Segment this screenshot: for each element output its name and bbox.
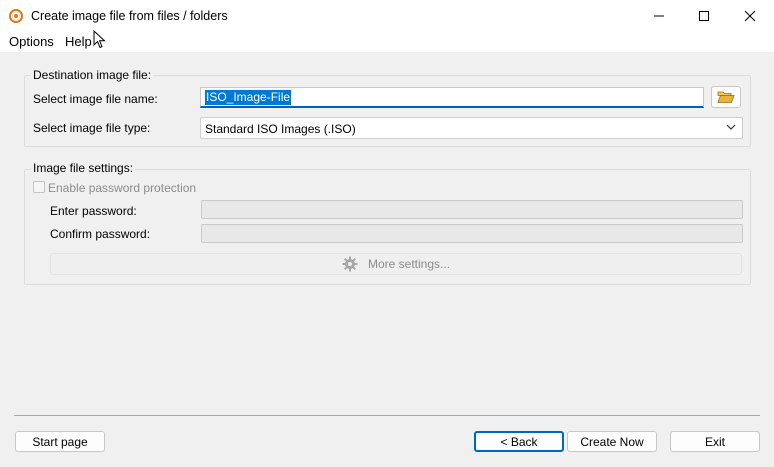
settings-group-title: Image file settings:: [31, 161, 136, 175]
footer-separator: [14, 415, 760, 416]
enter-password-field[interactable]: [201, 200, 743, 219]
maximize-icon: [699, 11, 709, 21]
more-settings-label: More settings...: [367, 257, 451, 271]
confirm-password-label: Confirm password:: [50, 227, 151, 241]
confirm-password-field[interactable]: [201, 224, 743, 243]
minimize-button[interactable]: [636, 0, 682, 32]
browse-button[interactable]: [711, 86, 741, 108]
image-name-value: ISO_Image-File: [205, 90, 292, 105]
start-page-button[interactable]: Start page: [15, 431, 105, 452]
image-type-label: Select image file type:: [33, 121, 151, 135]
exit-button[interactable]: Exit: [670, 431, 760, 452]
menu-options[interactable]: Options: [9, 34, 54, 49]
image-type-select[interactable]: Standard ISO Images (.ISO): [200, 117, 743, 139]
mouse-cursor-icon: [93, 30, 106, 49]
chevron-down-icon: [726, 124, 736, 130]
more-settings-button[interactable]: More settings...: [50, 253, 742, 275]
close-button[interactable]: [727, 0, 773, 32]
password-protection-label: Enable password protection: [48, 181, 197, 195]
window-title: Create image file from files / folders: [31, 9, 228, 23]
minimize-icon: [654, 15, 664, 17]
image-name-input[interactable]: ISO_Image-File: [200, 87, 704, 108]
menu-bar: Options Help: [0, 32, 774, 52]
maximize-button[interactable]: [681, 0, 727, 32]
folder-open-icon: [717, 91, 735, 103]
destination-group-title: Destination image file:: [31, 68, 154, 82]
title-bar: Create image file from files / folders: [0, 0, 774, 32]
menu-help[interactable]: Help: [65, 34, 92, 49]
image-name-label: Select image file name:: [33, 92, 158, 106]
enter-password-label: Enter password:: [50, 204, 137, 218]
gear-icon: [342, 256, 358, 272]
close-icon: [744, 10, 756, 22]
image-type-value: Standard ISO Images (.ISO): [205, 122, 356, 136]
back-button[interactable]: < Back: [474, 431, 564, 452]
disc-icon: [9, 9, 23, 23]
create-now-button[interactable]: Create Now: [567, 431, 657, 452]
password-protection-checkbox[interactable]: [33, 181, 45, 193]
